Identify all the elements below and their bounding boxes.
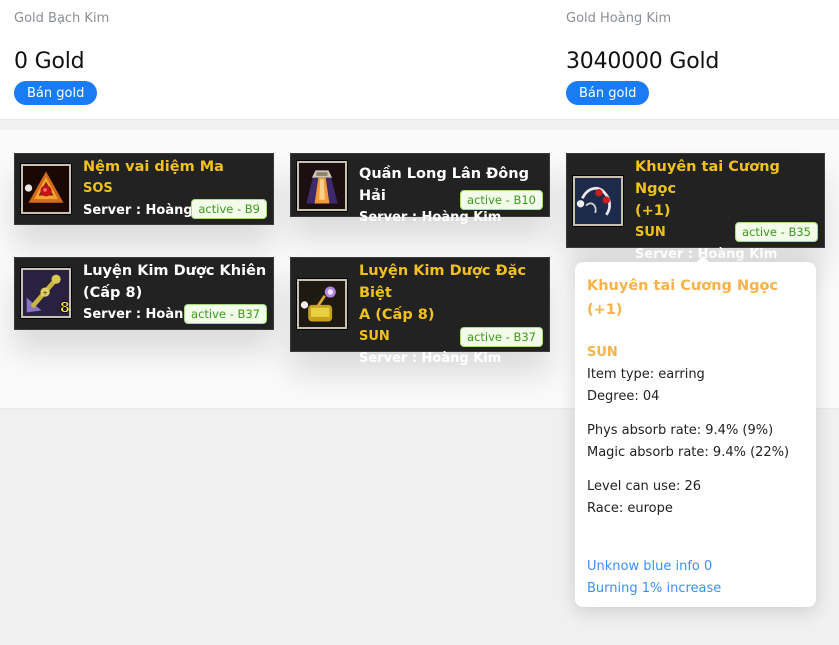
- item-card[interactable]: Quần Long Lân Đông Hải Server : Hoàng Ki…: [290, 153, 550, 225]
- status-badge: active - B10: [460, 190, 543, 210]
- item-name-line2: A (Cấp 8): [359, 307, 435, 323]
- tooltip-race: Race: europe: [587, 501, 673, 516]
- sell-gold-button[interactable]: Bán gold: [14, 81, 98, 105]
- gold-label: Gold Bạch Kim: [14, 11, 110, 26]
- earring-icon: [572, 175, 624, 227]
- item-name-line1: Khuyên tai Cương Ngọc: [635, 159, 780, 197]
- gold-value: 0 Gold: [14, 49, 85, 74]
- item-info: Khuyên tai Cương Ngọc (+1) SUN Server : H…: [635, 156, 818, 266]
- tooltip-item-type: Item type: earring: [587, 367, 705, 382]
- item-name: Luyện Kim Dược Đặc Biệt A (Cấp 8): [359, 260, 543, 326]
- sell-gold-button[interactable]: Bán gold: [566, 81, 650, 105]
- item-server: Server : Hoàng Kim: [359, 210, 502, 225]
- item-name: Khuyên tai Cương Ngọc (+1): [635, 156, 818, 222]
- gold-hoang-kim: Gold Hoàng Kim 3040000 Gold Bán gold: [566, 10, 719, 105]
- item-card[interactable]: Khuyên tai Cương Ngọc (+1) SUN Server : H…: [566, 153, 825, 262]
- status-badge: active - B35: [735, 222, 818, 242]
- tooltip-title: Khuyên tai Cương Ngọc (+1): [587, 278, 779, 318]
- item-name-line2: (+1): [635, 203, 671, 219]
- svg-text:+: +: [42, 289, 47, 297]
- status-badge: active - B37: [184, 304, 267, 324]
- status-badge: active - B37: [460, 327, 543, 347]
- gold-value: 3040000 Gold: [566, 49, 720, 74]
- svg-text:8: 8: [60, 299, 69, 316]
- status-badge: active - B9: [191, 199, 267, 219]
- gold-label: Gold Hoàng Kim: [566, 11, 672, 26]
- tooltip-phys-absorb: Phys absorb rate: 9.4% (9%): [587, 423, 774, 438]
- gold-summary: Gold Bạch Kim 0 Gold Bán gold Gold Hoàng…: [0, 0, 839, 120]
- tooltip-magic-absorb: Magic absorb rate: 9.4% (22%): [587, 445, 790, 460]
- item-info: Luyện Kim Dược Đặc Biệt A (Cấp 8) SUN Ser…: [359, 260, 543, 370]
- shield-elixir-icon: +8: [20, 267, 72, 319]
- tooltip-level: Level can use: 26: [587, 479, 701, 494]
- item-card[interactable]: +8 Luyện Kim Dược Khiên(Cấp 8) Server : …: [14, 257, 274, 330]
- tooltip-owner: SUN: [587, 345, 618, 360]
- tooltip-degree: Degree: 04: [587, 389, 660, 404]
- item-name: Luyện Kim Dược Khiên (Cấp 8): [83, 260, 267, 304]
- robe-icon: [296, 160, 348, 212]
- special-elixir-icon: [296, 278, 348, 330]
- item-server: Server : Hoàng Kim: [359, 351, 502, 366]
- tooltip-burning: Burning 1% increase: [587, 581, 722, 596]
- item-card[interactable]: Luyện Kim Dược Đặc Biệt A (Cấp 8) SUN Ser…: [290, 257, 550, 366]
- item-tooltip: Khuyên tai Cương Ngọc (+1) SUN Item type…: [575, 256, 816, 607]
- tooltip-blue-info: Unknow blue info 0: [587, 559, 713, 574]
- item-name: Nệm vai diệm Ma: [83, 159, 224, 175]
- gold-bach-kim: Gold Bạch Kim 0 Gold Bán gold: [14, 10, 109, 105]
- item-name-line1: Luyện Kim Dược Khiên: [83, 263, 267, 279]
- item-name-line2: (Cấp 8): [83, 285, 143, 301]
- shoulder-pad-icon: [20, 163, 72, 215]
- item-owner: SOS: [83, 181, 113, 196]
- item-name-line1: Luyện Kim Dược Đặc Biệt: [359, 263, 527, 301]
- item-card[interactable]: Nệm vai diệm Ma SOS Server : Hoàng Kim a…: [14, 153, 274, 225]
